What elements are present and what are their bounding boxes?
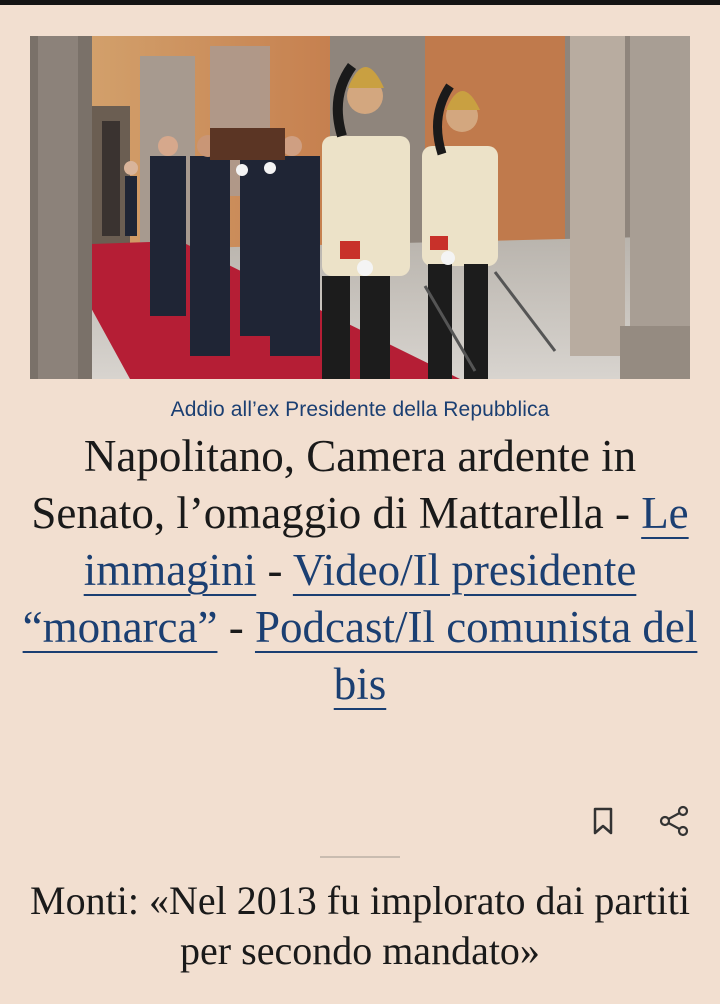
ceremony-photo-illustration	[30, 36, 690, 379]
section-divider	[320, 856, 400, 858]
status-bar-edge	[0, 0, 720, 5]
article-actions	[586, 803, 696, 843]
headline-lead[interactable]: Napolitano, Camera ardente in Senato, l’…	[31, 431, 636, 538]
bookmark-icon	[593, 807, 613, 835]
hero-photo[interactable]	[30, 36, 690, 379]
link-podcast-communist-second-term[interactable]: Podcast/Il comunista del bis	[255, 602, 697, 709]
share-button[interactable]	[658, 803, 692, 839]
next-article-headline[interactable]: Monti: «Nel 2013 fu implorato dai partit…	[20, 876, 700, 976]
headline-separator: -	[228, 602, 244, 652]
article-headline[interactable]: Napolitano, Camera ardente in Senato, l’…	[22, 428, 698, 713]
share-icon	[659, 805, 689, 837]
article-kicker[interactable]: Addio all’ex Presidente della Repubblica	[0, 398, 720, 422]
bookmark-button[interactable]	[586, 803, 620, 839]
headline-separator: -	[267, 545, 283, 595]
